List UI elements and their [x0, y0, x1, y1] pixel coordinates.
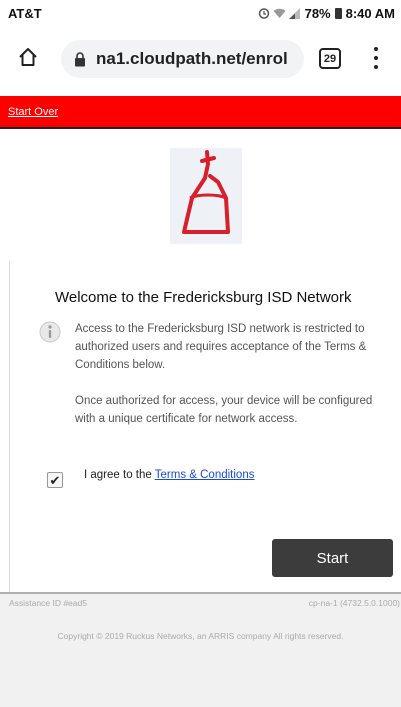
access-notice-text: Access to the Fredericksburg ISD network… — [75, 323, 367, 371]
agree-prefix: I agree to the — [84, 469, 155, 481]
school-building-logo-icon — [182, 150, 230, 234]
agree-terms-checkbox[interactable]: ✔ — [47, 472, 63, 488]
carrier-label: AT&T — [8, 5, 42, 21]
battery-icon — [334, 7, 342, 19]
info-icon — [38, 320, 62, 344]
welcome-title: Welcome to the Fredericksburg ISD Networ… — [55, 289, 352, 306]
clock-time: 8:40 AM — [345, 5, 395, 21]
start-over-link[interactable]: Start Over — [8, 106, 58, 118]
menu-dot — [374, 47, 378, 51]
version-label: cp-na-1 (4732.5.0.1000) — [308, 598, 400, 608]
tab-count-label: 29 — [323, 52, 337, 65]
lock-icon — [74, 51, 86, 67]
status-right: 78% 8:40 AM — [258, 6, 395, 21]
checkmark-icon: ✔ — [49, 472, 61, 488]
url-bar[interactable]: na1.cloudpath.net/enrol — [61, 40, 304, 78]
start-button[interactable]: Start — [272, 539, 393, 577]
page-header-bar: Start Over — [0, 96, 401, 129]
copyright-text: Copyright © 2019 Ruckus Networks, an ARR… — [57, 631, 344, 641]
wifi-icon — [273, 8, 286, 18]
menu-dot — [374, 65, 378, 69]
page-footer — [0, 592, 401, 707]
status-bar: AT&T 78% 8:40 AM — [0, 0, 401, 26]
terms-conditions-link[interactable]: Terms & Conditions — [155, 469, 255, 481]
certificate-notice-text: Once authorized for access, your device … — [75, 395, 373, 425]
tab-switcher-button[interactable]: 29 — [319, 48, 341, 69]
signal-icon — [288, 7, 300, 19]
assistance-id: Assistance ID #ead5 — [9, 598, 87, 608]
menu-dot — [374, 56, 378, 60]
alarm-icon — [258, 8, 269, 19]
home-icon — [19, 48, 37, 66]
url-text: na1.cloudpath.net/enrol — [96, 49, 288, 68]
agree-terms-label: I agree to the Terms & Conditions — [84, 469, 254, 481]
browser-toolbar: na1.cloudpath.net/enrol 29 — [0, 26, 401, 88]
school-logo — [170, 148, 242, 244]
status-icons — [258, 7, 301, 19]
browser-menu-button[interactable] — [368, 44, 384, 72]
battery-percent: 78% — [304, 5, 331, 21]
home-button[interactable] — [0, 26, 56, 88]
